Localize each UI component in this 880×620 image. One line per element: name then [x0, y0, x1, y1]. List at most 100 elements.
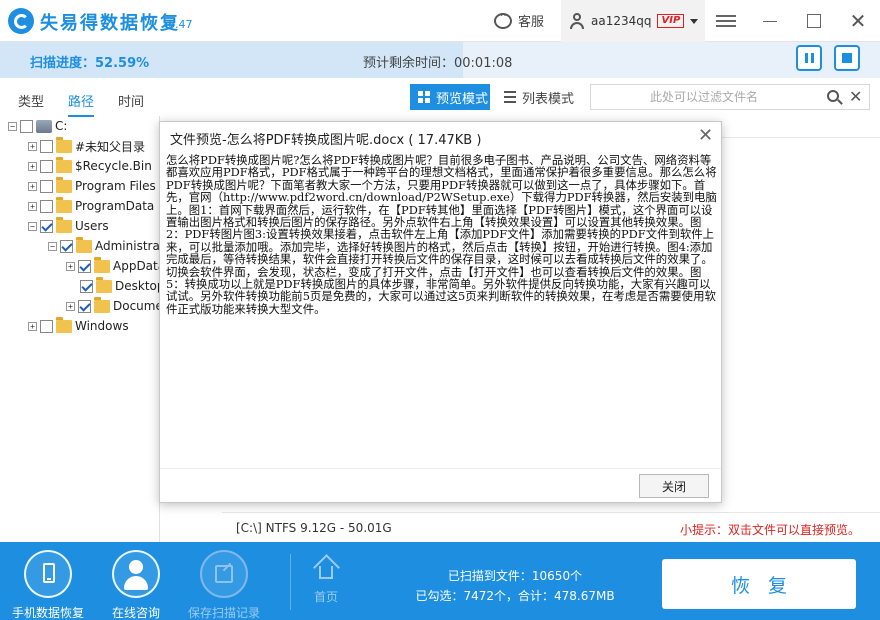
expand-icon[interactable]: + [28, 181, 37, 191]
app-title: 失易得数据恢复 [40, 13, 180, 34]
tree-node-label: AppData [113, 259, 160, 273]
status-line: [C:\] NTFS 9.12G - 50.01G 小提示：双击文件可以直接预览… [222, 512, 880, 540]
maximize-button[interactable] [804, 12, 824, 30]
tree-node[interactable]: + Documents [66, 296, 159, 316]
app-logo-icon [8, 8, 34, 34]
expand-icon[interactable]: + [66, 301, 75, 311]
tree-node[interactable]: + Program Files [28, 176, 156, 196]
stop-scan-button[interactable] [834, 45, 860, 71]
checkbox-checked[interactable] [78, 259, 91, 273]
tree-node-label: ProgramData [75, 199, 155, 213]
minimize-button[interactable] [760, 12, 780, 30]
user-account-menu[interactable]: aa1234qq VIP [561, 0, 705, 42]
filter-box: ✕ [590, 84, 870, 110]
folder-icon [56, 176, 72, 193]
tree-node[interactable]: − Administrator [48, 236, 160, 256]
tab-type[interactable]: 类型 [18, 91, 44, 110]
folder-icon [94, 296, 110, 313]
folder-tree: − C: + #未知父目录 + $Recycle.Bin + Program F… [0, 116, 160, 542]
export-icon [200, 550, 248, 598]
tab-path[interactable]: 路径 [68, 91, 95, 117]
tree-node[interactable]: Desktop [80, 276, 159, 296]
checkbox-checked[interactable] [60, 239, 73, 253]
online-consult-button[interactable]: 在线咨询 [96, 550, 176, 620]
dialog-content: 怎么将PDF转换成图片呢?怎么将PDF转换成图片呢？目前很多电子图书、产品说明、… [166, 154, 718, 460]
checkbox-checked[interactable] [78, 299, 91, 313]
tree-node[interactable]: − C: [8, 116, 67, 136]
tree-node-label: Windows [75, 319, 129, 333]
tab-time[interactable]: 时间 [118, 91, 144, 110]
save-scan-record-label: 保存扫描记录 [187, 606, 260, 620]
phone-recovery-label: 手机数据恢复 [11, 606, 84, 620]
scan-progress-bar: 扫描进度：52.59% 预计剩余时间：00:01:08 [0, 42, 880, 78]
expand-icon[interactable]: + [28, 201, 37, 211]
collapse-icon[interactable]: − [8, 121, 17, 131]
tree-node-label: Users [75, 219, 109, 233]
pause-scan-button[interactable] [796, 45, 822, 71]
online-consult-label: 在线咨询 [111, 606, 160, 620]
folder-icon [56, 316, 72, 333]
dialog-close-icon[interactable]: ✕ [698, 125, 713, 146]
collapse-icon[interactable]: − [48, 241, 57, 251]
checkbox[interactable] [40, 159, 53, 173]
expand-icon[interactable]: + [28, 141, 37, 151]
checkbox-checked[interactable] [40, 219, 53, 233]
volume-info: [C:\] NTFS 9.12G - 50.01G [236, 521, 392, 535]
customer-service-button[interactable]: 客服 [494, 11, 544, 30]
app-version: 6.47 [168, 18, 193, 31]
checkbox[interactable] [40, 199, 53, 213]
tree-node-label: Program Files [75, 179, 156, 193]
divider [290, 554, 291, 610]
customer-service-label: 客服 [518, 15, 545, 30]
scan-stats: 已扫描到文件：10650个 已勾选：7472个，合计：478.67MB [390, 566, 640, 606]
list-mode-button[interactable]: 列表模式 [504, 84, 574, 110]
preview-mode-label: 预览模式 [436, 91, 489, 107]
expand-icon[interactable]: + [66, 261, 75, 271]
tree-node[interactable]: + ProgramData [28, 196, 154, 216]
filter-input[interactable] [591, 85, 817, 109]
dialog-title: 文件预览-怎么将PDF转换成图片呢.docx ( 17.47KB ) [170, 133, 482, 148]
folder-icon [56, 156, 72, 173]
tree-node-label: #未知父目录 [75, 139, 146, 154]
vip-badge: VIP [657, 14, 685, 28]
recover-button[interactable]: 恢复 [662, 559, 856, 609]
list-mode-label: 列表模式 [522, 91, 575, 107]
dialog-divider [160, 468, 721, 469]
menu-button[interactable] [716, 12, 736, 30]
folder-icon [56, 136, 72, 153]
support-agent-icon [112, 550, 160, 598]
tree-node[interactable]: + Windows [28, 316, 129, 336]
tree-node[interactable]: + #未知父目录 [28, 136, 145, 156]
search-icon[interactable] [827, 90, 839, 102]
tree-node-label: C: [55, 119, 68, 133]
expand-icon[interactable]: + [28, 161, 37, 171]
tree-node-label: $Recycle.Bin [75, 159, 152, 173]
checkbox[interactable] [40, 139, 53, 153]
preview-mode-button[interactable]: 预览模式 [410, 84, 490, 110]
tree-node[interactable]: − Users [28, 216, 109, 236]
user-icon [569, 13, 585, 29]
checkbox[interactable] [40, 179, 53, 193]
document-text: 怎么将PDF转换成图片呢?怎么将PDF转换成图片呢？目前很多电子图书、产品说明、… [166, 154, 717, 316]
title-bar: 失易得数据恢复 6.47 客服 aa1234qq VIP ✕ [0, 0, 880, 42]
close-window-button[interactable]: ✕ [848, 11, 868, 31]
phone-recovery-button[interactable]: 手机数据恢复 [8, 550, 88, 620]
collapse-icon[interactable]: − [28, 221, 37, 231]
selected-files-summary: 已勾选：7472个，合计：478.67MB [415, 589, 615, 603]
clear-filter-icon[interactable]: ✕ [849, 87, 862, 106]
checkbox[interactable] [40, 319, 53, 333]
tree-node[interactable]: + AppData [66, 256, 160, 276]
tree-node[interactable]: + $Recycle.Bin [28, 156, 152, 176]
checkbox-checked[interactable] [80, 279, 93, 293]
home-button[interactable]: 首页 [304, 554, 348, 605]
tree-node-label: Administrator [95, 239, 160, 253]
checkbox[interactable] [20, 119, 33, 133]
folder-icon [96, 276, 112, 293]
bottom-bar: 手机数据恢复 在线咨询 保存扫描记录 首页 已扫描到文件：10650个 已勾选：… [0, 542, 880, 620]
file-preview-dialog: 文件预览-怎么将PDF转换成图片呢.docx ( 17.47KB ) ✕ 怎么将… [159, 121, 722, 503]
list-icon [504, 91, 516, 103]
expand-icon[interactable]: + [28, 321, 37, 331]
dialog-close-button[interactable]: 关闭 [639, 474, 709, 498]
save-scan-record-button[interactable]: 保存扫描记录 [184, 550, 264, 620]
grid-icon [418, 91, 430, 103]
